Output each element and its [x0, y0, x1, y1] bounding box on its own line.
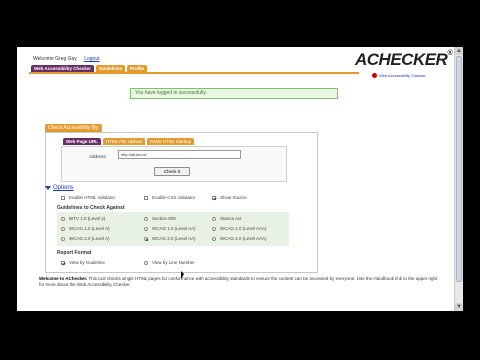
radio-label: Stanca Act [220, 216, 242, 221]
options-toggle-icon[interactable] [45, 186, 51, 190]
radio-wcag2-a[interactable]: WCAG 2.0 (Level A) [61, 236, 110, 241]
welcome-text: Welcome to AChecker. This tool checks si… [39, 276, 442, 288]
checkbox-show-source[interactable]: Show Source [212, 195, 247, 200]
checkbox-box[interactable] [61, 196, 65, 200]
radio-wcag1-aaa[interactable]: WCAG 1.0 (Level AAA) [212, 226, 267, 231]
radio-label: WCAG 1.0 (Level A) [69, 226, 110, 231]
logo-subtitle[interactable]: Web Accessibility Checker [379, 73, 426, 78]
radio-view-by-line[interactable]: View by Line Number [144, 260, 195, 265]
radio-button[interactable] [61, 217, 65, 221]
radio-label: View by Line Number [152, 260, 195, 265]
handbook-icon[interactable] [372, 73, 377, 78]
radio-wcag2-aa[interactable]: WCAG 2.0 (Level AA) [144, 236, 196, 241]
welcome-user-text: Welcome Greg Gay [33, 56, 77, 62]
radio-button[interactable] [144, 261, 148, 265]
scroll-thumb[interactable] [456, 56, 462, 282]
radio-wcag1-aa[interactable]: WCAG 1.0 (Level AA) [144, 226, 196, 231]
check-accessibility-title: Check Accessibility By: [45, 124, 103, 132]
report-format-heading: Report Format [57, 250, 92, 256]
scroll-up-icon[interactable]: ▲ [455, 47, 463, 55]
radio-label: BITV 1.0 (Level 2) [69, 216, 106, 221]
checkbox-box[interactable] [144, 196, 148, 200]
logo-text: ACHECKER [355, 50, 448, 69]
radio-label: WCAG 1.0 (Level AA) [152, 226, 196, 231]
success-message: You have logged in successfully. [130, 88, 338, 99]
scroll-down-icon[interactable]: ▼ [455, 303, 463, 311]
welcome-bold: Welcome to AChecker. [39, 276, 88, 281]
radio-button[interactable] [61, 261, 65, 265]
user-bar: Welcome Greg Gay Logout [33, 56, 106, 62]
tab-profile[interactable]: Profile [127, 65, 148, 72]
guidelines-heading: Guidelines to Check Against [57, 205, 125, 211]
welcome-body: This tool checks single HTML pages for c… [39, 276, 438, 287]
browser-viewport: Welcome Greg Gay Logout ACHECKER® Web Ac… [17, 47, 463, 311]
achecker-logo[interactable]: ACHECKER® [355, 50, 452, 70]
radio-button[interactable] [144, 227, 148, 231]
mouse-cursor-icon [181, 271, 184, 279]
checkbox-box[interactable] [212, 196, 216, 200]
checkbox-label: Enable CSS Validator [152, 195, 196, 200]
radio-label: WCAG 2.0 (Level A) [69, 236, 110, 241]
radio-label: Section 508 [152, 216, 176, 221]
checkbox-label: Show Source [220, 195, 247, 200]
checkbox-css-validator[interactable]: Enable CSS Validator [144, 195, 195, 200]
check-it-button[interactable]: Check It [154, 167, 190, 176]
checkbox-label: Enable HTML Validator [69, 195, 116, 200]
main-tabs: Web Accessibility Checker Guidelines Pro… [31, 65, 148, 72]
vertical-scrollbar[interactable]: ▲ ▼ [454, 47, 463, 311]
radio-label: WCAG 2.0 (Level AAA) [220, 236, 267, 241]
tab-html-file-upload[interactable]: HTML File Upload [102, 138, 146, 145]
radio-button[interactable] [212, 227, 216, 231]
radio-label: WCAG 2.0 (Level AA) [152, 236, 196, 241]
tab-paste-html-markup[interactable]: Paste HTML Markup [147, 138, 195, 145]
checkbox-html-validator[interactable]: Enable HTML Validator [61, 195, 115, 200]
radio-button[interactable] [212, 217, 216, 221]
radio-wcag2-aaa[interactable]: WCAG 2.0 (Level AAA) [212, 236, 267, 241]
tab-web-accessibility-checker[interactable]: Web Accessibility Checker [31, 65, 95, 72]
radio-button[interactable] [61, 227, 65, 231]
tab-guidelines[interactable]: Guidelines [96, 65, 126, 72]
radio-bitv-1[interactable]: BITV 1.0 (Level 2) [61, 216, 105, 221]
radio-stanca-act[interactable]: Stanca Act [212, 216, 242, 221]
tab-web-page-url[interactable]: Web Page URL [63, 138, 101, 145]
radio-button[interactable] [61, 237, 65, 241]
radio-section-508[interactable]: Section 508 [144, 216, 176, 221]
radio-view-by-guideline[interactable]: View by Guideline [61, 260, 105, 265]
options-link[interactable]: Options [53, 185, 74, 191]
tab-divider [29, 72, 359, 74]
radio-label: View by Guideline [69, 260, 105, 265]
radio-button[interactable] [144, 237, 148, 241]
address-input[interactable]: http://atutor.ca [118, 150, 241, 159]
logo-registered-mark: ® [447, 50, 453, 57]
radio-button[interactable] [144, 217, 148, 221]
radio-wcag1-a[interactable]: WCAG 1.0 (Level A) [61, 226, 110, 231]
logout-link[interactable]: Logout [84, 56, 99, 62]
address-label: Address: [89, 154, 107, 159]
input-method-tabs: Web Page URL HTML File Upload Paste HTML… [63, 138, 195, 145]
page-content: Welcome Greg Gay Logout ACHECKER® Web Ac… [17, 47, 454, 311]
radio-button[interactable] [212, 237, 216, 241]
radio-label: WCAG 1.0 (Level AAA) [220, 226, 267, 231]
